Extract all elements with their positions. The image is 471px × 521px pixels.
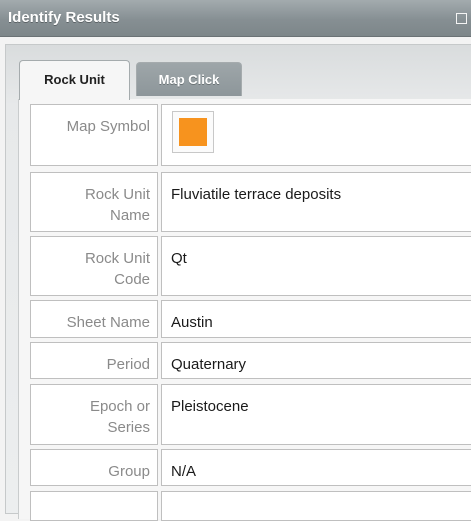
rock-unit-code-value: Qt xyxy=(161,236,471,296)
tab-map-click[interactable]: Map Click xyxy=(136,62,242,96)
table-row-map-symbol: Map Symbol xyxy=(30,104,471,166)
period-label: Period xyxy=(30,342,158,379)
epoch-or-series-label: Epoch or Series xyxy=(30,384,158,445)
rock-unit-name-value: Fluviatile terrace deposits xyxy=(161,172,471,232)
tab-rock-unit[interactable]: Rock Unit xyxy=(19,60,130,100)
map-symbol-label: Map Symbol xyxy=(30,104,158,166)
group-label: Group xyxy=(30,449,158,486)
identify-results-titlebar[interactable]: Identify Results xyxy=(0,0,471,37)
tab-strip: Rock Unit Map Click xyxy=(13,55,471,100)
rock-unit-code-label: Rock Unit Code xyxy=(30,236,158,296)
partial-row-value xyxy=(161,491,471,521)
partial-row-label xyxy=(30,491,158,521)
map-symbol-swatch xyxy=(179,118,207,146)
restore-window-icon[interactable] xyxy=(456,13,467,24)
table-row-sheet-name: Sheet Name Austin xyxy=(30,300,471,338)
table-row-partial xyxy=(30,491,471,521)
epoch-or-series-value: Pleistocene xyxy=(161,384,471,445)
sheet-name-value: Austin xyxy=(161,300,471,338)
map-symbol-swatch-frame xyxy=(172,111,214,153)
rock-unit-name-label: Rock Unit Name xyxy=(30,172,158,232)
table-row-epoch-or-series: Epoch or Series Pleistocene xyxy=(30,384,471,445)
period-value: Quaternary xyxy=(161,342,471,379)
table-row-group: Group N/A xyxy=(30,449,471,486)
table-row-rock-unit-code: Rock Unit Code Qt xyxy=(30,236,471,296)
table-row-rock-unit-name: Rock Unit Name Fluviatile terrace deposi… xyxy=(30,172,471,232)
window-title: Identify Results xyxy=(8,9,120,26)
map-symbol-value xyxy=(161,104,471,166)
table-row-period: Period Quaternary xyxy=(30,342,471,379)
group-value: N/A xyxy=(161,449,471,486)
sheet-name-label: Sheet Name xyxy=(30,300,158,338)
